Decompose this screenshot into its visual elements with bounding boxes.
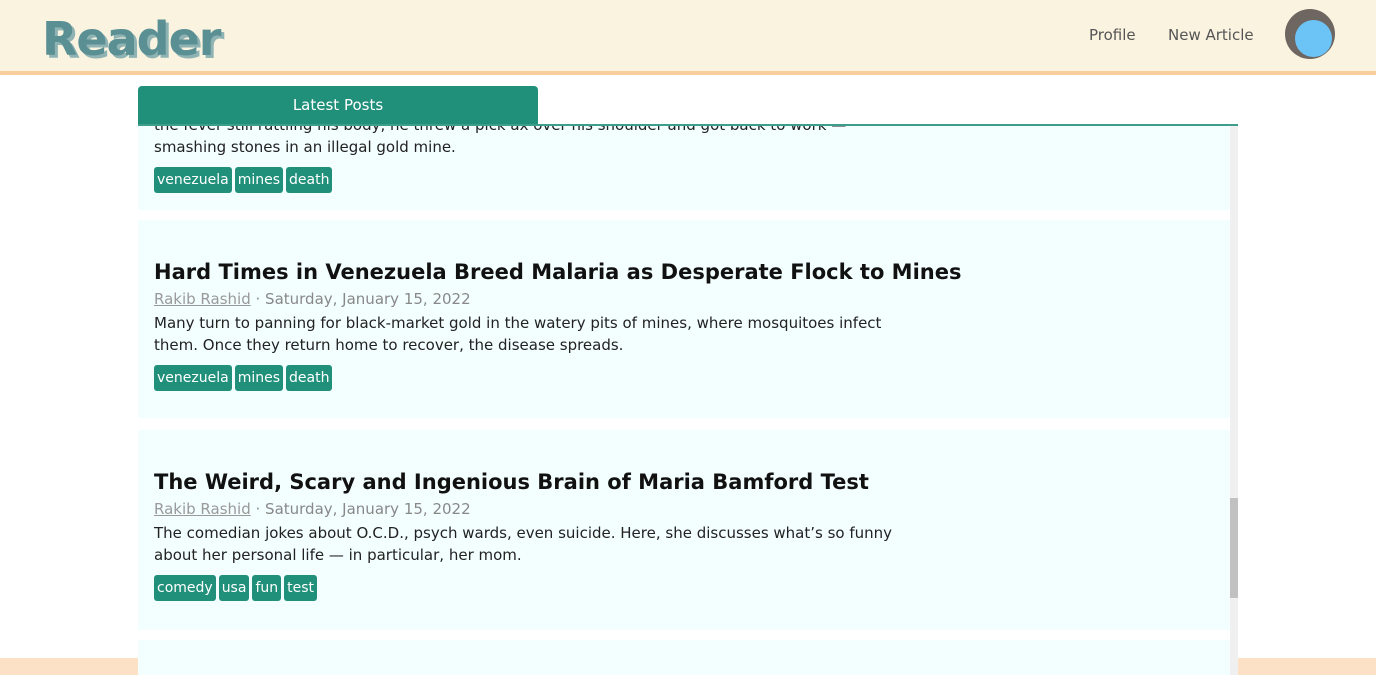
post-description: Many turn to panning for black-market go…	[154, 314, 882, 354]
tag-chip[interactable]: death	[286, 365, 333, 391]
tag-chip[interactable]: fun	[252, 575, 282, 601]
post-card: the fever still rattling his body, he th…	[138, 126, 1230, 210]
top-navbar: Reader Profile New Article	[0, 0, 1376, 75]
tag-chip[interactable]: venezuela	[154, 167, 232, 193]
post-tags: comedy usa fun test	[154, 575, 914, 601]
post-card: The Weird, Scary and Ingenious Brain of …	[138, 430, 1230, 630]
post-title[interactable]: The Weird, Scary and Ingenious Brain of …	[154, 470, 914, 494]
tag-chip[interactable]: test	[284, 575, 318, 601]
post-meta: Rakib Rashid · Saturday, January 15, 202…	[154, 500, 914, 518]
post-description: The comedian jokes about O.C.D., psych w…	[154, 524, 893, 564]
user-avatar[interactable]	[1285, 9, 1335, 59]
tab-latest-posts[interactable]: Latest Posts	[138, 86, 538, 124]
post-description: the fever still rattling his body, he th…	[154, 126, 846, 156]
post-card	[138, 640, 1230, 675]
tag-chip[interactable]: mines	[234, 365, 284, 391]
scrollbar-track[interactable]	[1230, 126, 1238, 675]
tab-bar: Latest Posts	[138, 86, 1238, 126]
post-date: · Saturday, January 15, 2022	[255, 290, 471, 308]
post-date: · Saturday, January 15, 2022	[255, 500, 471, 518]
tag-chip[interactable]: comedy	[154, 575, 216, 601]
nav-new-article-link[interactable]: New Article	[1168, 26, 1254, 44]
tag-chip[interactable]: venezuela	[154, 365, 232, 391]
post-author-link[interactable]: Rakib Rashid	[154, 500, 251, 518]
avatar-image	[1295, 20, 1332, 57]
app-logo[interactable]: Reader	[42, 12, 221, 66]
nav-profile-link[interactable]: Profile	[1089, 26, 1136, 44]
tag-chip[interactable]: usa	[218, 575, 250, 601]
tag-chip[interactable]: death	[286, 167, 333, 193]
posts-list: the fever still rattling his body, he th…	[138, 126, 1230, 675]
tag-chip[interactable]: mines	[234, 167, 284, 193]
post-title[interactable]: Hard Times in Venezuela Breed Malaria as…	[154, 260, 961, 284]
scrollbar-thumb[interactable]	[1230, 498, 1238, 598]
post-card: Hard Times in Venezuela Breed Malaria as…	[138, 220, 1230, 418]
post-tags: venezuela mines death	[154, 365, 961, 391]
post-author-link[interactable]: Rakib Rashid	[154, 290, 251, 308]
post-meta: Rakib Rashid · Saturday, January 15, 202…	[154, 290, 961, 308]
post-tags: venezuela mines death	[154, 167, 914, 193]
